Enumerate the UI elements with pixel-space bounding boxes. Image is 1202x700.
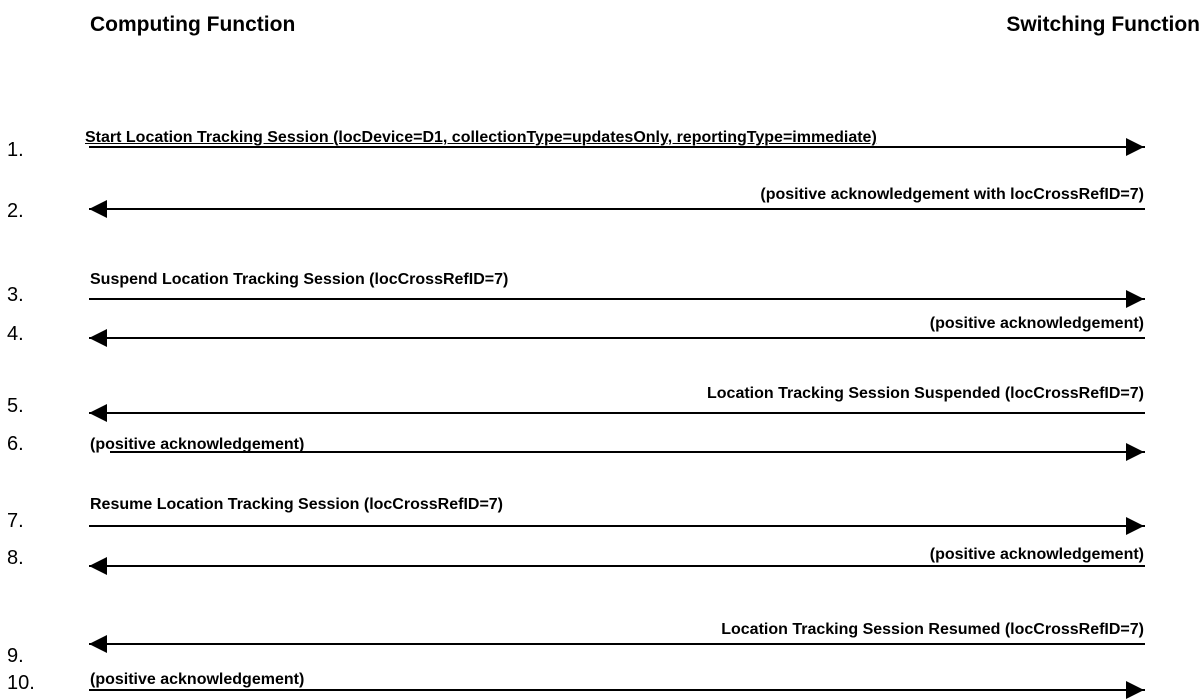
step-number: 5. (7, 395, 24, 417)
message-arrow-line (89, 643, 1145, 645)
message-arrow-line (89, 525, 1145, 527)
arrow-left-icon (89, 200, 107, 218)
message-label: (positive acknowledgement) (90, 671, 305, 688)
message-label: Location Tracking Session Suspended (loc… (707, 385, 1144, 402)
step-number: 1. (7, 139, 24, 161)
message-arrow-line (89, 298, 1145, 300)
message-arrow-line (89, 565, 1145, 567)
message-arrow-line (89, 412, 1145, 414)
message-label: Suspend Location Tracking Session (locCr… (90, 271, 509, 288)
message-arrow-line (89, 337, 1145, 339)
message-label: (positive acknowledgement) (929, 315, 1144, 332)
step-number: 8. (7, 547, 24, 569)
step-number: 4. (7, 323, 24, 345)
arrow-right-icon (1126, 138, 1144, 156)
message-arrow-line (110, 451, 1145, 453)
message-label: Start Location Tracking Session (locDevi… (85, 129, 877, 146)
switching-function-header: Switching Function (1006, 13, 1200, 36)
arrow-right-icon (1126, 681, 1144, 699)
step-number: 7. (7, 510, 24, 532)
arrow-right-icon (1126, 290, 1144, 308)
step-number: 2. (7, 200, 24, 222)
arrow-left-icon (89, 404, 107, 422)
message-arrow-line (89, 689, 1145, 691)
arrow-right-icon (1126, 517, 1144, 535)
message-arrow-line (89, 208, 1145, 210)
arrow-right-icon (1126, 443, 1144, 461)
message-arrow-line (89, 146, 1145, 148)
message-label: Resume Location Tracking Session (locCro… (90, 496, 504, 513)
step-number: 6. (7, 433, 24, 455)
arrow-left-icon (89, 557, 107, 575)
message-label: (positive acknowledgement) (929, 546, 1144, 563)
message-label: Location Tracking Session Resumed (locCr… (721, 621, 1144, 638)
message-label: (positive acknowledgement with locCrossR… (760, 186, 1144, 203)
arrow-left-icon (89, 329, 107, 347)
step-number: 10. (7, 672, 35, 694)
arrow-left-icon (89, 635, 107, 653)
step-number: 9. (7, 645, 24, 667)
computing-function-header: Computing Function (90, 13, 296, 36)
step-number: 3. (7, 284, 24, 306)
